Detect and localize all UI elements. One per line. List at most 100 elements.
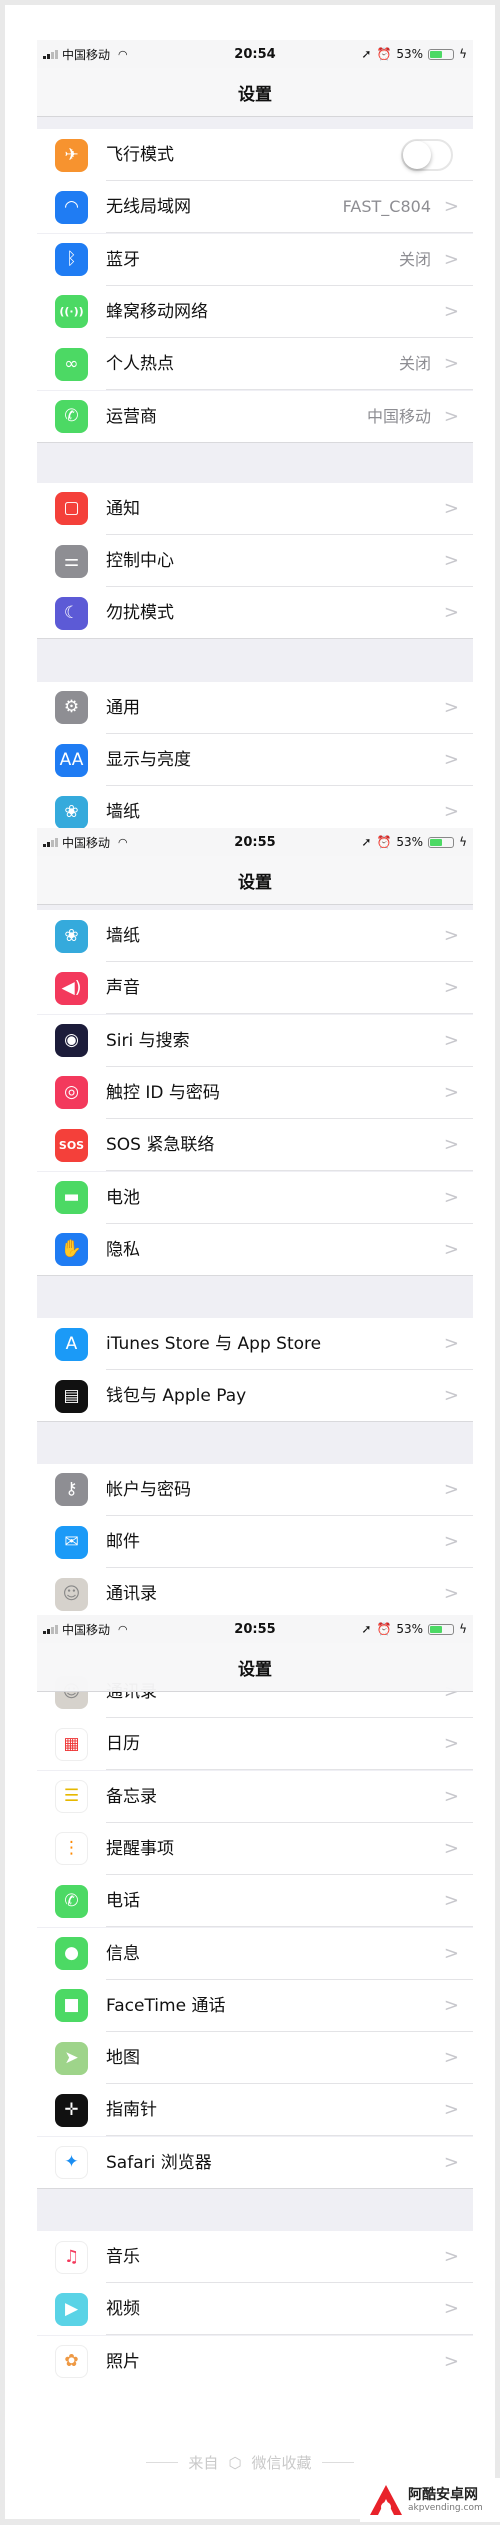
- speaker-icon: ◀): [55, 971, 88, 1005]
- row-label: 无线局域网: [106, 197, 191, 218]
- row-label: 电池: [106, 1187, 140, 1208]
- chevron-right-icon: >: [443, 550, 459, 572]
- app-store-icon: A: [55, 1327, 88, 1361]
- wifi-icon: ◠: [118, 835, 128, 849]
- chevron-right-icon: >: [443, 1238, 459, 1260]
- settings-row[interactable]: ◎ 触控 ID 与密码 >: [37, 1066, 473, 1119]
- chevron-right-icon: >: [443, 1081, 459, 1103]
- row-label: iTunes Store 与 App Store: [106, 1334, 322, 1355]
- phone-icon: ✆: [55, 400, 88, 433]
- chevron-right-icon: >: [443, 1134, 459, 1156]
- nav-bar: 设置: [37, 856, 473, 905]
- cube-icon: ⬡: [228, 2453, 242, 2472]
- messages-icon: ●: [55, 1937, 88, 1970]
- divider: [321, 2462, 354, 2463]
- settings-row[interactable]: ☾ 勿扰模式 >: [37, 587, 473, 640]
- settings-row[interactable]: ◉ Siri 与搜索 >: [37, 1014, 473, 1067]
- photos-icon: ✿: [55, 2345, 88, 2379]
- carrier-name: 中国移动: [62, 835, 111, 850]
- settings-row[interactable]: ◠ 无线局域网 FAST_C804 >: [37, 181, 473, 234]
- status-bar: 中国移动 ◠ 20:55 ➚ ⏰ 53% ϟ: [37, 828, 473, 856]
- settings-row[interactable]: ✛ 指南针 >: [37, 2084, 473, 2137]
- chevron-right-icon: >: [443, 1583, 459, 1605]
- calendar-icon: ▦: [55, 1727, 88, 1761]
- row-label: 蜂窝移动网络: [106, 301, 208, 322]
- chevron-right-icon: >: [443, 1186, 459, 1208]
- row-label: FaceTime 通话: [106, 1995, 226, 2016]
- settings-row[interactable]: ⚌ 控制中心 >: [37, 535, 473, 588]
- music-icon: ♫: [55, 2240, 88, 2274]
- chevron-right-icon: >: [443, 925, 459, 946]
- carrier-name: 中国移动: [62, 47, 111, 62]
- row-label: SOS 紧急联络: [106, 1135, 215, 1156]
- row-label: 提醒事项: [106, 1838, 174, 1859]
- settings-row[interactable]: ■ FaceTime 通话 >: [37, 1979, 473, 2032]
- settings-row[interactable]: ❀ 墙纸 >: [37, 786, 473, 828]
- settings-row[interactable]: ▤ 钱包与 Apple Pay >: [37, 1370, 473, 1423]
- settings-row[interactable]: ❀ 墙纸 >: [37, 910, 473, 962]
- alarm-icon: ⏰: [376, 47, 392, 61]
- settings-row[interactable]: ✆ 电话 >: [37, 1875, 473, 1928]
- status-bar: 中国移动 ◠ 20:55 ➚ ⏰ 53% ϟ: [37, 1615, 473, 1643]
- settings-row[interactable]: ✿ 照片 >: [37, 2335, 473, 2388]
- airplane-mode-toggle[interactable]: [401, 139, 453, 171]
- settings-row[interactable]: ● 信息 >: [37, 1927, 473, 1980]
- watermark-name: 阿酷安卓网: [408, 2487, 478, 2503]
- settings-row[interactable]: ▦ 日历 >: [37, 1718, 473, 1771]
- siri-icon: ◉: [55, 1024, 88, 1058]
- notes-icon: ☰: [55, 1780, 88, 1814]
- signal-icon: [43, 1624, 58, 1634]
- row-label: 备忘录: [106, 1786, 157, 1807]
- battery-percent: 53%: [396, 835, 424, 849]
- signal-icon: [43, 837, 58, 847]
- settings-row[interactable]: ⋮ 提醒事项 >: [37, 1822, 473, 1875]
- charging-icon: ϟ: [459, 47, 467, 61]
- row-label: Safari 浏览器: [106, 2152, 212, 2173]
- settings-screen-1: 中国移动 ◠ 20:54 ➚ ⏰ 53% ϟ 设置 ✈ 飞行模式 ◠ 无线局域网 F…: [37, 40, 473, 828]
- hotspot-icon: ∞: [55, 347, 88, 381]
- chevron-right-icon: >: [443, 2151, 459, 2173]
- row-label: 指南针: [106, 2100, 157, 2121]
- settings-row[interactable]: SOS SOS 紧急联络 >: [37, 1119, 473, 1172]
- battery-percent: 53%: [396, 1622, 424, 1636]
- settings-row[interactable]: ➤ 地图 >: [37, 2032, 473, 2085]
- settings-row[interactable]: ((·)) 蜂窝移动网络 >: [37, 285, 473, 338]
- chevron-right-icon: >: [443, 497, 459, 519]
- row-value: 关闭: [398, 249, 431, 269]
- settings-row[interactable]: ⚙ 通用 >: [37, 681, 473, 734]
- settings-row[interactable]: AA 显示与亮度 >: [37, 734, 473, 786]
- settings-row[interactable]: ◀) 声音 >: [37, 962, 473, 1015]
- row-label: 地图: [106, 2048, 140, 2069]
- maps-icon: ➤: [55, 2041, 88, 2075]
- settings-screen-2: 中国移动 ◠ 20:55 ➚ ⏰ 53% ϟ 设置 ❀ 墙纸 > ◀) 声音 > ◉ …: [37, 828, 473, 1615]
- settings-row[interactable]: ▶ 视频 >: [37, 2283, 473, 2336]
- hand-icon: ✋: [55, 1233, 88, 1267]
- wallpaper-icon: ❀: [55, 795, 88, 828]
- settings-row[interactable]: ☺ 通讯录 >: [37, 1568, 473, 1615]
- chevron-right-icon: >: [443, 1785, 459, 1807]
- settings-row[interactable]: ✉ 邮件 >: [37, 1516, 473, 1568]
- settings-row[interactable]: ☰ 备忘录 >: [37, 1770, 473, 1823]
- charging-icon: ϟ: [459, 835, 467, 849]
- settings-row[interactable]: ⚷ 帐户与密码 >: [37, 1463, 473, 1516]
- settings-row[interactable]: ✦ Safari 浏览器 >: [37, 2136, 473, 2189]
- row-label: 帐户与密码: [106, 1479, 191, 1500]
- settings-row[interactable]: ∞ 个人热点 关闭 >: [37, 338, 473, 391]
- row-label: 通知: [106, 498, 140, 519]
- settings-row[interactable]: ✆ 运营商 中国移动 >: [37, 390, 473, 443]
- settings-row[interactable]: A iTunes Store 与 App Store >: [37, 1318, 473, 1371]
- settings-row[interactable]: ᛒ 蓝牙 关闭 >: [37, 233, 473, 286]
- watermark-domain: akpvending.com: [408, 2503, 483, 2513]
- settings-row[interactable]: ♫ 音乐 >: [37, 2231, 473, 2283]
- gear-icon: ⚙: [55, 691, 88, 725]
- settings-row[interactable]: ✈ 飞行模式: [37, 129, 473, 181]
- row-label: 视频: [106, 2299, 140, 2320]
- settings-row[interactable]: ▢ 通知 >: [37, 482, 473, 535]
- settings-screen-3: 中国移动 ◠ 20:55 ➚ ⏰ 53% ϟ 设置☺ 通讯录> ▦ 日历> ☰ …: [37, 1615, 473, 2455]
- row-label: 运营商: [106, 406, 157, 427]
- settings-row[interactable]: ▬ 电池 >: [37, 1171, 473, 1224]
- chevron-right-icon: >: [443, 602, 459, 624]
- row-label: 通讯录: [106, 1584, 157, 1605]
- safari-icon: ✦: [55, 2146, 88, 2180]
- settings-row[interactable]: ✋ 隐私 >: [37, 1223, 473, 1276]
